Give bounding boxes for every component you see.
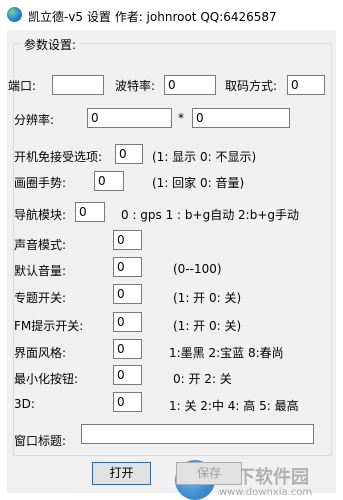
ui-style-label: 界面风格: — [14, 346, 67, 360]
window-title-input[interactable] — [81, 424, 314, 444]
resolution-label: 分辨率: — [14, 113, 55, 127]
boot-skip-hint: (1: 显示 0: 不显示) — [152, 150, 257, 164]
settings-panel: 参数设置: 端口: 波特率: 取码方式: 分辨率: * 开机免接受选项: (1:… — [7, 30, 336, 500]
gesture-hint: (1: 回家 0: 音量) — [152, 176, 245, 190]
ui-style-input[interactable] — [113, 339, 142, 359]
topic-switch-label: 专题开关: — [14, 291, 67, 305]
minimize-button-input[interactable] — [113, 365, 142, 385]
baud-label: 波特率: — [115, 79, 156, 93]
boot-skip-label: 开机免接受选项: — [14, 150, 103, 164]
decode-label: 取码方式: — [225, 79, 278, 93]
default-volume-hint: (0--100) — [173, 262, 222, 276]
nav-mode-label: 导航模块: — [14, 208, 67, 222]
gesture-label: 画圈手势: — [14, 176, 67, 190]
gesture-input[interactable] — [94, 171, 124, 191]
minimize-button-label: 最小化按钮: — [14, 372, 79, 386]
nav-mode-input[interactable] — [75, 202, 105, 222]
minimize-button-hint: 0: 开 2: 关 — [173, 372, 232, 386]
open-button[interactable]: 打开 — [92, 462, 151, 485]
watermark-url: www.downxia.com — [219, 487, 313, 498]
mode-3d-input[interactable] — [113, 392, 142, 412]
resolution-width-input[interactable] — [87, 108, 172, 128]
boot-skip-input[interactable] — [115, 144, 143, 164]
mode-3d-hint: 1: 关 2:中 4: 高 5: 最高 — [169, 399, 299, 413]
resolution-separator: * — [178, 111, 184, 125]
port-label: 端口: — [8, 79, 37, 93]
default-volume-label: 默认音量: — [14, 264, 67, 278]
topic-switch-input[interactable] — [113, 284, 142, 304]
topic-switch-hint: (1: 开 0: 关) — [173, 291, 242, 305]
port-input[interactable] — [52, 75, 104, 95]
baud-input[interactable] — [164, 75, 216, 95]
window-title: 凯立德-v5 设置 作者: johnroot QQ:6426587 — [28, 10, 277, 24]
params-group-title: 参数设置: — [21, 36, 80, 53]
fm-prompt-hint: (1: 开 0: 关) — [173, 319, 242, 333]
ui-style-hint: 1:墨黑 2:宝蓝 8:春尚 — [169, 346, 284, 360]
fm-prompt-input[interactable] — [113, 312, 142, 332]
default-volume-input[interactable] — [113, 257, 142, 277]
save-button[interactable]: 保存 — [176, 462, 242, 485]
voice-mode-label: 声音模式: — [14, 238, 67, 252]
voice-mode-input[interactable] — [113, 230, 142, 250]
nav-mode-hint: 0 : gps 1 : b+g自动 2:b+g手动 — [121, 208, 299, 222]
mode-3d-label: 3D: — [14, 397, 35, 411]
app-globe-icon — [7, 7, 22, 22]
fm-prompt-label: FM提示开关: — [14, 319, 84, 333]
window-title-label: 窗口标题: — [14, 434, 67, 448]
resolution-height-input[interactable] — [192, 108, 290, 128]
title-bar: 凯立德-v5 设置 作者: johnroot QQ:6426587 — [0, 0, 343, 30]
decode-input[interactable] — [287, 75, 325, 95]
